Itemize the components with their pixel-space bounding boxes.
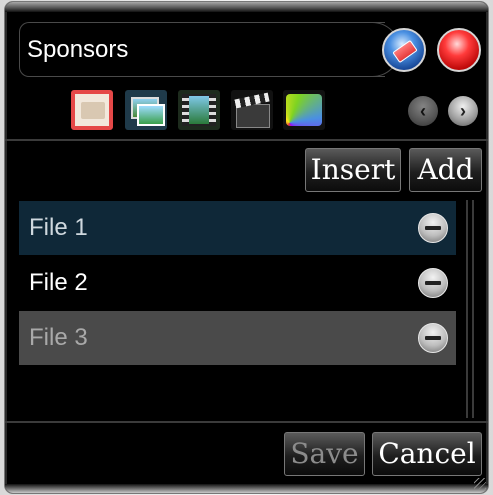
list-item[interactable]: File 2 [19,256,456,310]
minus-bar [425,226,441,230]
panel-title: Sponsors [27,36,129,63]
close-orb-icon[interactable] [437,28,481,72]
clapboard-icon[interactable] [231,90,273,130]
divider-top [5,139,488,141]
image-front [137,104,165,126]
panel-frame-bottom [5,484,488,493]
minus-bar [425,281,441,285]
palette-icon[interactable] [283,90,325,130]
add-button[interactable]: Add [409,148,482,192]
remove-icon[interactable] [418,323,448,353]
file-label: File 1 [29,214,88,241]
clapboard-body [236,104,270,128]
divider-bottom [5,421,488,423]
file-list: File 1 File 2 File 3 [19,199,457,416]
eraser-icon[interactable] [382,28,426,72]
minus-bar [425,336,441,340]
images-icon[interactable] [125,90,167,130]
film-frame [189,96,209,124]
save-button[interactable]: Save [284,432,365,476]
resize-grip[interactable] [474,478,486,490]
cancel-button[interactable]: Cancel [372,432,482,476]
file-label: File 3 [29,324,88,351]
remove-icon[interactable] [418,268,448,298]
eraser-shape [392,39,418,64]
file-label: File 2 [29,269,88,296]
film-icon[interactable] [178,90,220,130]
folder-shape [81,102,105,119]
palette-fan [286,94,322,126]
list-item[interactable]: File 1 [19,201,456,255]
chevron-left-icon[interactable]: ‹ [408,96,438,126]
chevron-right-icon[interactable]: › [448,96,478,126]
scrollbar[interactable] [466,200,474,418]
remove-icon[interactable] [418,213,448,243]
panel-frame-top [5,2,488,12]
insert-button[interactable]: Insert [305,148,401,192]
folder-icon[interactable] [71,90,113,130]
list-item[interactable]: File 3 [19,311,456,365]
